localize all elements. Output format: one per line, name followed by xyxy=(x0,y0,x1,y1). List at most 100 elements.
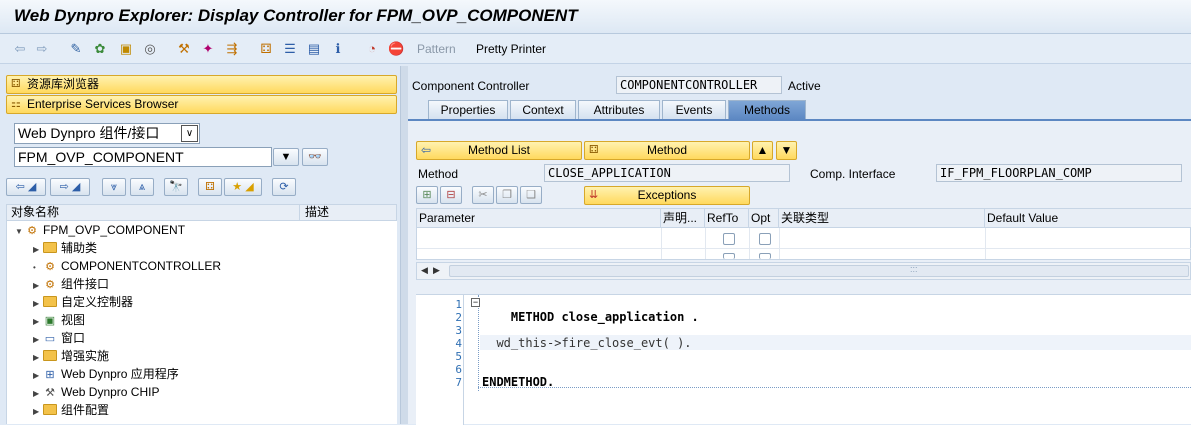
tree-node-componentcontroller[interactable]: • ⚙ COMPONENTCONTROLLER xyxy=(33,257,221,275)
tree-node-component-configurations[interactable]: ▶ 组件配置 xyxy=(33,401,109,419)
table-icon[interactable]: ▤ xyxy=(306,41,322,57)
collapse-all-button[interactable]: ⩓ xyxy=(130,178,154,196)
refto-checkbox[interactable] xyxy=(723,253,735,259)
column-header-opt[interactable]: Opt xyxy=(749,209,779,228)
repository-browser-button[interactable]: ⚃ 资源库浏览器 xyxy=(6,75,397,94)
column-header-declaration[interactable]: 声明... xyxy=(661,209,705,228)
tree-node-component-interface[interactable]: ▶ ⚙ 组件接口 xyxy=(33,275,109,293)
column-divider xyxy=(749,228,750,259)
where-used-icon[interactable]: ⚒ xyxy=(176,41,192,57)
tree-column-name-header: 对象名称 xyxy=(11,205,60,219)
stop-icon[interactable]: ⛔ xyxy=(388,41,404,57)
method-list-button[interactable]: ⇦ Method List xyxy=(416,141,582,160)
method-button[interactable]: ⚃ Method xyxy=(584,141,750,160)
other-object-icon[interactable]: ✿ xyxy=(92,41,108,57)
collapse-block-icon[interactable]: − xyxy=(471,298,480,307)
exceptions-button[interactable]: ⇊ Exceptions xyxy=(584,186,750,205)
application-icon: ⊞ xyxy=(45,369,55,381)
expand-all-button[interactable]: ⩔ xyxy=(102,178,126,196)
delete-row-button[interactable]: ⊟ xyxy=(440,186,462,204)
pretty-printer-button[interactable]: Pretty Printer xyxy=(476,42,546,56)
test-icon[interactable]: ◎ xyxy=(142,41,158,57)
back-arrow-icon[interactable]: ⇦ xyxy=(12,41,28,57)
tab-context[interactable]: Context xyxy=(510,100,576,120)
column-divider xyxy=(985,228,986,259)
tab-properties[interactable]: Properties xyxy=(428,100,508,120)
collapsed-triangle-icon[interactable]: ▶ xyxy=(33,403,43,421)
copy-button[interactable]: ❐ xyxy=(496,186,518,204)
tree-node-chip[interactable]: ▶ ⚒ Web Dynpro CHIP xyxy=(33,383,159,401)
tree-node-custom-controllers[interactable]: ▶ 自定义控制器 xyxy=(33,293,133,311)
folder-icon xyxy=(43,296,57,307)
favorites-button[interactable]: ★ ◢ xyxy=(224,178,262,196)
code-editor[interactable]: 1 2 3 4 5 6 7 − METHOD close_application… xyxy=(416,294,1191,425)
line-number: 1 xyxy=(455,298,462,311)
object-tree: ▼ ⚙ FPM_OVP_COMPONENT ▶ 辅助类 • ⚙ COMPONENTCONT… xyxy=(6,221,397,424)
horizontal-scrollbar[interactable]: ◀ ▶ ::: xyxy=(416,262,1191,280)
component-icon: ⚙ xyxy=(27,225,37,237)
display-object-list-icon[interactable]: ☰ xyxy=(282,41,298,57)
forward-arrow-icon[interactable]: ⇨ xyxy=(34,41,50,57)
refto-checkbox[interactable] xyxy=(723,233,735,245)
insert-row-button[interactable]: ⊞ xyxy=(416,186,438,204)
tree-node-applications[interactable]: ▶ ⊞ Web Dynpro 应用程序 xyxy=(33,365,179,383)
tree-node-windows[interactable]: ▶ ▭ 窗口 xyxy=(33,329,85,347)
column-header-associated-type[interactable]: 关联类型 xyxy=(779,209,985,228)
tree-node-component[interactable]: ▼ ⚙ FPM_OVP_COMPONENT xyxy=(15,221,185,239)
chevron-down-icon[interactable]: ∨ xyxy=(181,125,198,142)
tab-attributes[interactable]: Attributes xyxy=(578,100,660,120)
column-header-refto[interactable]: RefTo xyxy=(705,209,749,228)
info-icon[interactable]: ℹ xyxy=(330,41,346,57)
display-object-button[interactable]: 👓 xyxy=(302,148,328,166)
find-button[interactable]: 🔭 xyxy=(164,178,188,196)
paste-button[interactable]: ❑ xyxy=(520,186,542,204)
tree-node-helper-classes[interactable]: ▶ 辅助类 xyxy=(33,239,97,257)
column-divider xyxy=(299,204,300,221)
hierarchy-button[interactable]: ⚃ xyxy=(198,178,222,196)
previous-object-button[interactable]: ⇦ ◢ xyxy=(6,178,46,196)
column-header-parameter[interactable]: Parameter xyxy=(417,209,661,228)
column-header-default-value[interactable]: Default Value xyxy=(985,209,1191,228)
object-type-select[interactable]: Web Dynpro 组件/接口 ∨ xyxy=(14,123,200,144)
expand-icon: ⩔ xyxy=(110,181,118,193)
triangle-down-icon: ▼ xyxy=(780,143,793,157)
object-name-input[interactable]: FPM_OVP_COMPONENT xyxy=(14,147,272,167)
object-name-dropdown-button[interactable]: ▼ xyxy=(273,148,299,166)
opt-checkbox[interactable] xyxy=(759,233,771,245)
tree-node-views[interactable]: ▶ ▣ 视图 xyxy=(33,311,85,329)
tab-methods[interactable]: Methods xyxy=(728,100,806,120)
triangle-up-icon: ▲ xyxy=(756,143,769,157)
code-line-call[interactable]: wd_this->fire_close_evt( ). xyxy=(482,337,691,350)
next-object-button[interactable]: ⇨ ◢ xyxy=(50,178,90,196)
title-bar: Web Dynpro Explorer: Display Controller … xyxy=(0,0,1191,34)
previous-method-button[interactable]: ▲ xyxy=(752,141,773,160)
panel-splitter[interactable] xyxy=(400,66,408,424)
refresh-button[interactable]: ⟳ xyxy=(272,178,296,196)
pattern-button[interactable]: Pattern xyxy=(417,42,456,56)
pie-chart-icon[interactable]: ◔ xyxy=(364,41,380,57)
tree-node-enhancements[interactable]: ▶ 增强实施 xyxy=(33,347,109,365)
opt-checkbox[interactable] xyxy=(759,253,771,259)
expanded-triangle-icon[interactable]: ▼ xyxy=(15,223,25,241)
collapse-icon: ⩓ xyxy=(138,181,146,193)
scroll-left-icon[interactable]: ◀ xyxy=(421,265,428,276)
tab-events[interactable]: Events xyxy=(662,100,726,120)
paste-icon: ❑ xyxy=(526,189,536,201)
code-line-method[interactable]: METHOD close_application . xyxy=(482,298,699,337)
copy-icon: ❐ xyxy=(502,189,512,201)
code-line-endmethod[interactable]: ENDMETHOD. xyxy=(482,376,554,389)
next-method-button[interactable]: ▼ xyxy=(776,141,797,160)
enterprise-services-browser-button[interactable]: ⚏ Enterprise Services Browser xyxy=(6,95,397,114)
scrollbar-thumb[interactable]: ::: xyxy=(449,264,1189,277)
hierarchy-icon[interactable]: ⚃ xyxy=(258,41,274,57)
wizard-icon[interactable]: ✦ xyxy=(200,41,216,57)
navigate-icon[interactable]: ⇶ xyxy=(224,41,240,57)
hierarchy-icon: ⚃ xyxy=(589,144,599,156)
cut-button[interactable]: ✂ xyxy=(472,186,494,204)
activate-icon[interactable]: ▣ xyxy=(118,41,134,57)
scroll-right-icon[interactable]: ▶ xyxy=(433,265,440,276)
refresh-icon: ⟳ xyxy=(279,181,289,193)
switch-display-change-icon[interactable]: ✎ xyxy=(68,41,84,57)
object-name-value: FPM_OVP_COMPONENT xyxy=(18,149,184,165)
hierarchy-icon: ⚃ xyxy=(11,78,21,90)
